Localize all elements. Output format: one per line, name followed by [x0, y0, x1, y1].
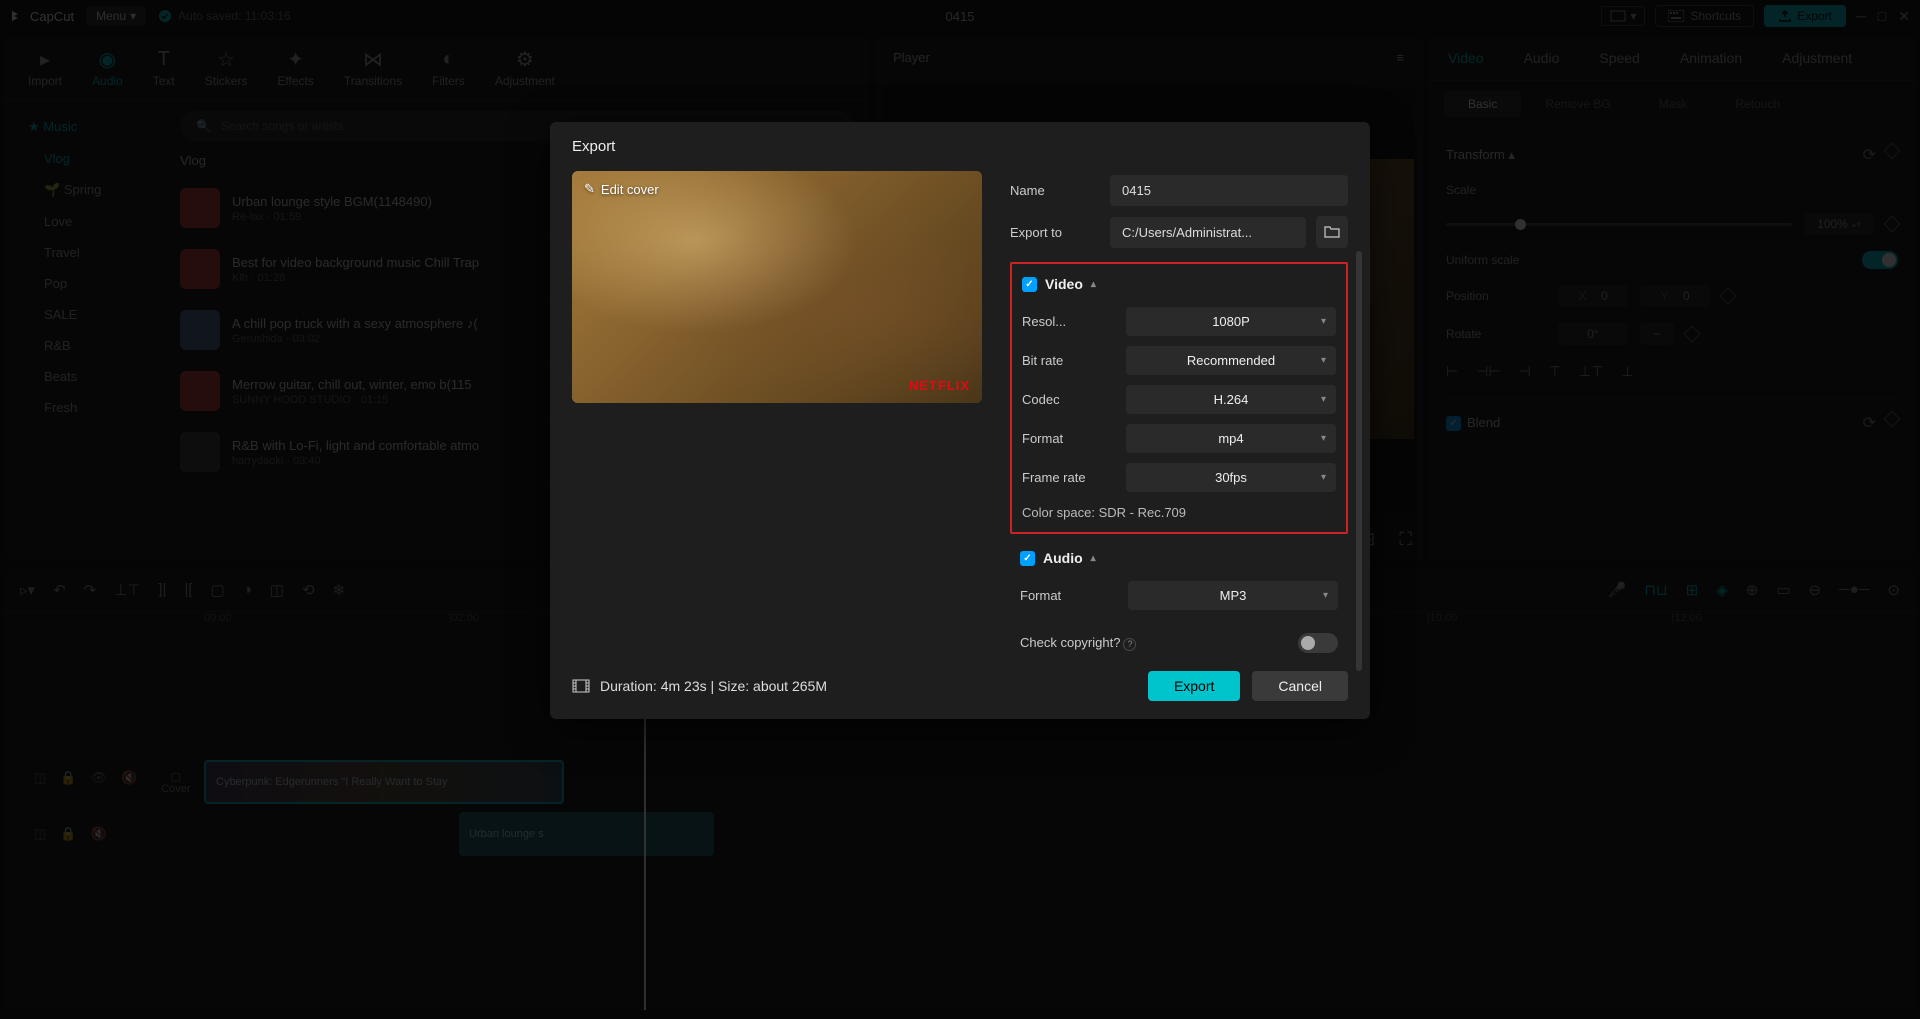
edit-cover-button[interactable]: ✎ Edit cover	[584, 181, 659, 197]
format-label: Format	[1022, 431, 1112, 446]
export-modal: Export ✎ Edit cover NETFLIX Name 0415	[550, 122, 1370, 719]
modal-scrollbar[interactable]	[1356, 251, 1362, 671]
folder-icon	[1324, 225, 1340, 239]
colorspace-text: Color space: SDR - Rec.709	[1022, 497, 1336, 522]
name-label: Name	[1010, 183, 1100, 198]
cover-preview[interactable]: ✎ Edit cover NETFLIX	[572, 171, 982, 403]
video-settings-section: ✓ Video ▴ Resol... 1080P Bit rate Recommen…	[1010, 262, 1348, 534]
resolution-label: Resol...	[1022, 314, 1112, 329]
modal-title: Export	[550, 122, 1370, 171]
framerate-label: Frame rate	[1022, 470, 1112, 485]
audio-settings-section: ✓ Audio ▴ Format MP3	[1010, 544, 1348, 621]
copyright-label: Check copyright??	[1020, 635, 1136, 651]
exportto-path: C:/Users/Administrat...	[1110, 217, 1306, 248]
cancel-button[interactable]: Cancel	[1252, 671, 1348, 701]
folder-button[interactable]	[1316, 216, 1348, 248]
audio-format-label: Format	[1020, 588, 1110, 603]
chevron-up-icon[interactable]: ▴	[1091, 553, 1096, 564]
film-icon	[572, 679, 590, 693]
audio-format-select[interactable]: MP3	[1128, 581, 1338, 610]
netflix-badge: NETFLIX	[909, 378, 970, 393]
exportto-label: Export to	[1010, 225, 1100, 240]
codec-label: Codec	[1022, 392, 1112, 407]
export-summary: Duration: 4m 23s | Size: about 265M	[572, 678, 827, 694]
resolution-select[interactable]: 1080P	[1126, 307, 1336, 336]
framerate-select[interactable]: 30fps	[1126, 463, 1336, 492]
audio-label: Audio	[1043, 550, 1083, 566]
export-confirm-button[interactable]: Export	[1148, 671, 1240, 701]
help-icon[interactable]: ?	[1123, 638, 1136, 651]
video-checkbox[interactable]: ✓	[1022, 277, 1037, 292]
bitrate-select[interactable]: Recommended	[1126, 346, 1336, 375]
pencil-icon: ✎	[584, 181, 595, 197]
name-input[interactable]: 0415	[1110, 175, 1348, 206]
copyright-toggle[interactable]	[1298, 633, 1338, 653]
bitrate-label: Bit rate	[1022, 353, 1112, 368]
codec-select[interactable]: H.264	[1126, 385, 1336, 414]
format-select[interactable]: mp4	[1126, 424, 1336, 453]
video-label: Video	[1045, 276, 1083, 292]
chevron-up-icon[interactable]: ▴	[1091, 279, 1096, 290]
audio-checkbox[interactable]: ✓	[1020, 551, 1035, 566]
